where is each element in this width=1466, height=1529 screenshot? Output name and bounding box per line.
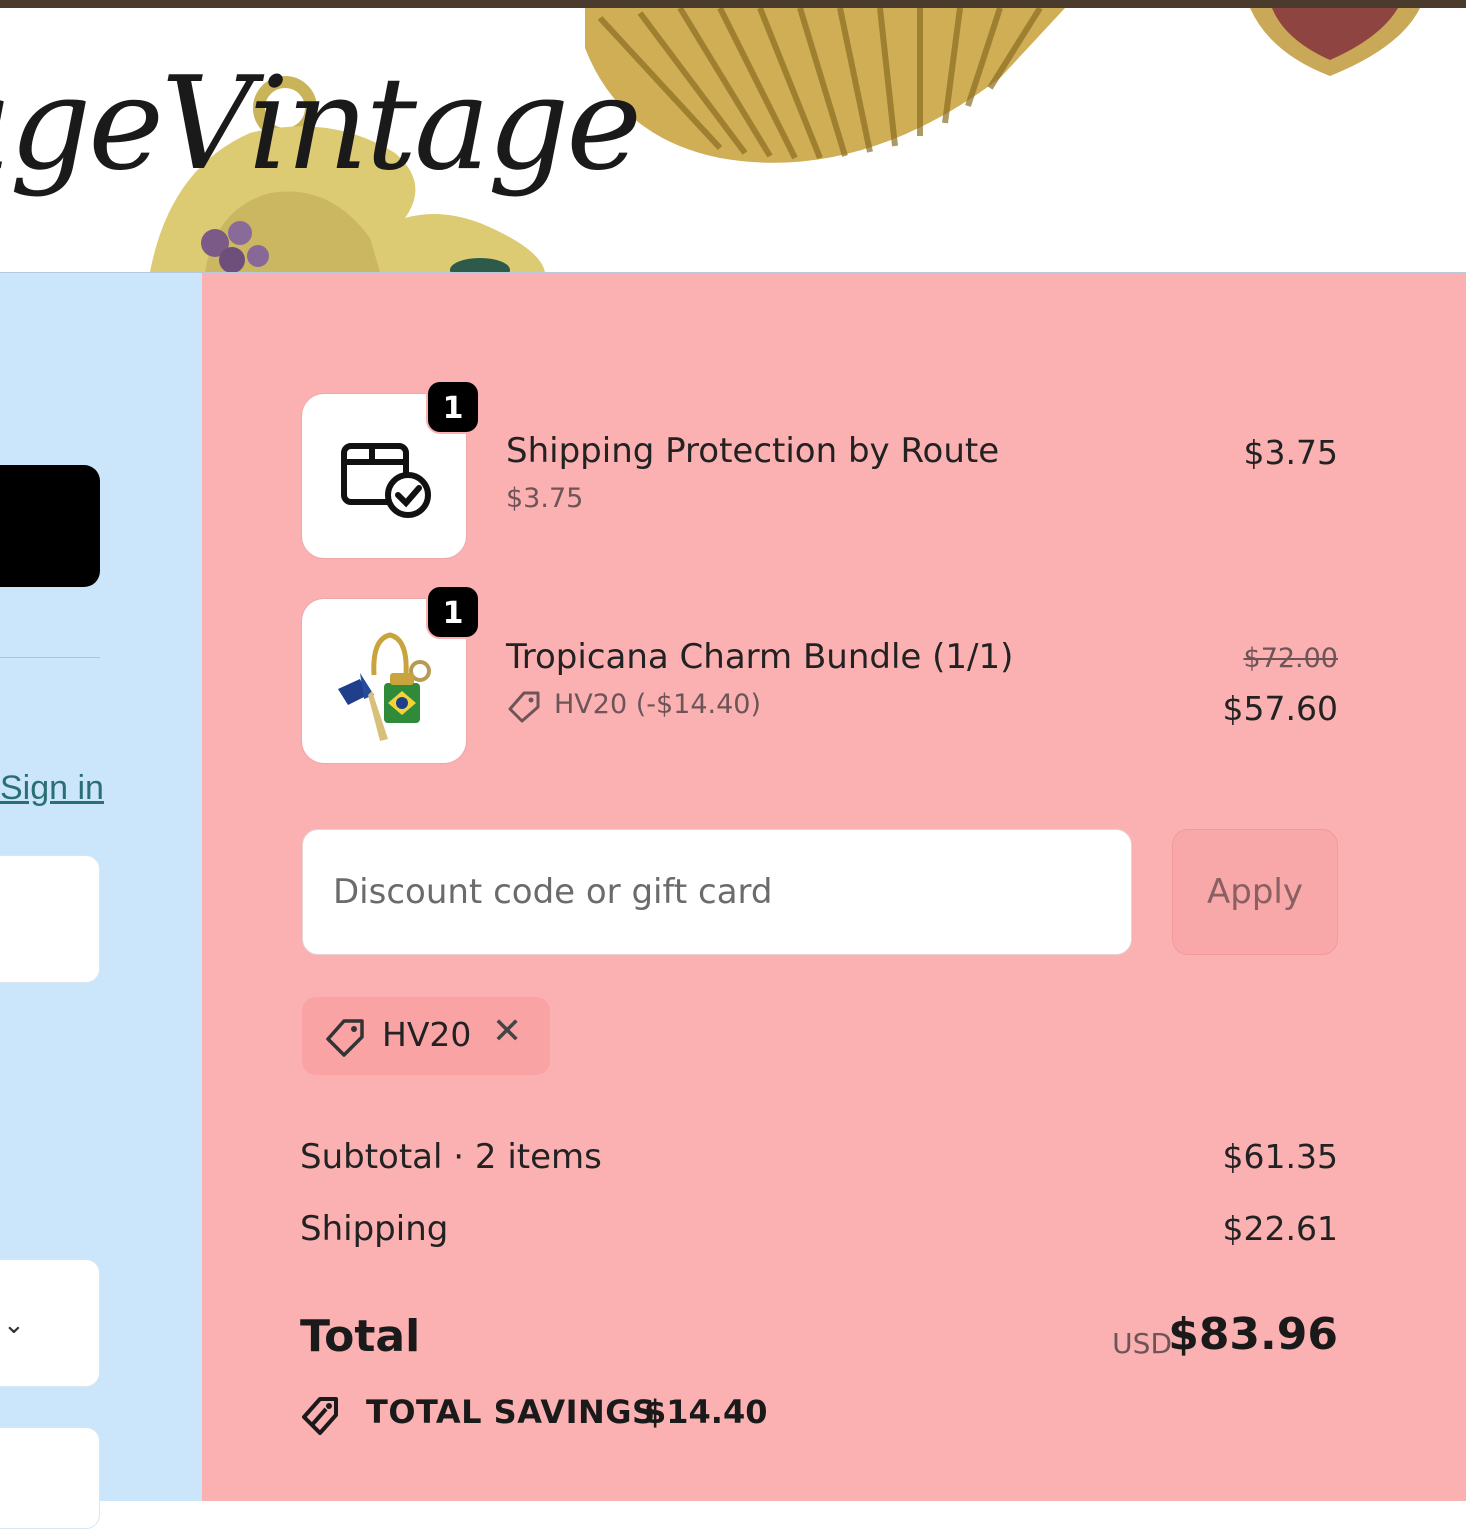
sign-in-link[interactable]: Sign in bbox=[0, 769, 104, 808]
subtotal-label: Subtotal · 2 items bbox=[300, 1137, 602, 1177]
quantity-badge: 1 bbox=[426, 585, 480, 639]
line-item-name: Shipping Protection by Route bbox=[506, 431, 1000, 471]
remove-discount-icon[interactable]: ✕ bbox=[492, 1011, 522, 1053]
line-item-unit-price: $3.75 bbox=[506, 483, 584, 514]
total-savings-value: $14.40 bbox=[644, 1393, 768, 1431]
quantity-badge: 1 bbox=[426, 380, 480, 434]
country-select[interactable]: ⌄ bbox=[0, 1259, 100, 1387]
express-checkout-button[interactable] bbox=[0, 465, 100, 587]
applied-discount-chip: HV20 ✕ bbox=[302, 997, 550, 1075]
order-summary-panel: 1 Shipping Protection by Route $3.75 $3.… bbox=[202, 272, 1466, 1501]
store-banner: ageVintage bbox=[0, 8, 1466, 272]
name-field[interactable] bbox=[0, 1427, 100, 1529]
shipping-label: Shipping bbox=[300, 1209, 449, 1249]
savings-tag-icon bbox=[302, 1397, 338, 1435]
line-item-price: $3.75 bbox=[1243, 433, 1338, 472]
checkout-form-panel: Sign in ⌄ bbox=[0, 272, 202, 1529]
total-label: Total bbox=[300, 1311, 421, 1362]
total-savings-label: TOTAL SAVINGS bbox=[366, 1393, 656, 1431]
heart-charm-illustration bbox=[1250, 8, 1420, 76]
brand-logo-text: ageVintage bbox=[0, 50, 642, 199]
total-currency: USD bbox=[1112, 1327, 1172, 1360]
subtotal-value: $61.35 bbox=[1222, 1137, 1338, 1176]
apply-discount-button[interactable]: Apply bbox=[1172, 829, 1338, 955]
tag-icon bbox=[508, 691, 540, 723]
email-field[interactable] bbox=[0, 855, 100, 983]
line-item-original-price: $72.00 bbox=[1243, 643, 1338, 674]
chevron-down-icon: ⌄ bbox=[3, 1310, 25, 1340]
divider bbox=[0, 657, 100, 658]
applied-discount-code: HV20 bbox=[382, 1015, 472, 1054]
fan-charm-illustration bbox=[585, 8, 1065, 163]
shipping-value: $22.61 bbox=[1222, 1209, 1338, 1248]
top-border bbox=[0, 0, 1466, 8]
total-value: $83.96 bbox=[1168, 1309, 1338, 1360]
line-item-price: $57.60 bbox=[1222, 689, 1338, 728]
line-item-thumbnail: 1 bbox=[302, 585, 480, 763]
line-item-thumbnail: 1 bbox=[302, 380, 480, 558]
line-item-discount: HV20 (-$14.40) bbox=[554, 689, 761, 720]
line-item-name: Tropicana Charm Bundle (1/1) bbox=[506, 637, 1014, 677]
tag-icon bbox=[326, 1019, 364, 1057]
discount-code-input[interactable] bbox=[302, 829, 1132, 955]
